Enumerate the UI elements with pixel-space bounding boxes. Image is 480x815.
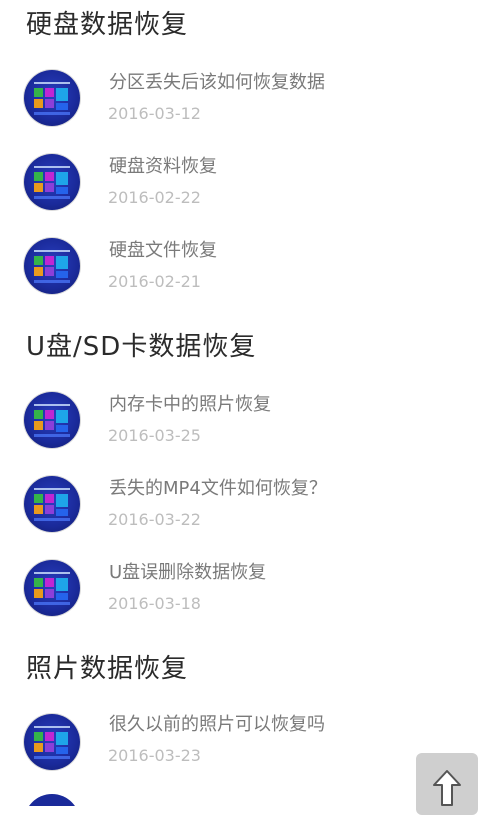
- article-title[interactable]: 硬盘文件恢复: [109, 236, 217, 262]
- article-title[interactable]: 内存卡中的照片恢复: [109, 390, 271, 416]
- article-thumbnail: [24, 794, 80, 806]
- list-item-partial: [0, 786, 410, 806]
- list-item[interactable]: 丢失的MP4文件如何恢复？ 2016-03-22: [0, 464, 480, 548]
- article-title[interactable]: U盘误删除数据恢复: [109, 558, 266, 584]
- list-item[interactable]: 内存卡中的照片恢复 2016-03-25: [0, 380, 480, 464]
- article-date: 2016-02-21: [108, 272, 201, 291]
- article-thumbnail: [24, 392, 80, 448]
- list-item[interactable]: 硬盘文件恢复 2016-02-21: [0, 226, 480, 310]
- article-thumbnail: [24, 154, 80, 210]
- article-date: 2016-03-23: [108, 746, 201, 765]
- article-date: 2016-03-22: [108, 510, 201, 529]
- list-item[interactable]: U盘误删除数据恢复 2016-03-18: [0, 548, 480, 632]
- article-date: 2016-03-12: [108, 104, 201, 123]
- list-item[interactable]: 很久以前的照片可以恢复吗 2016-03-23: [0, 702, 480, 786]
- scroll-to-top-button[interactable]: [416, 753, 478, 815]
- article-date: 2016-03-18: [108, 594, 201, 613]
- article-title[interactable]: 很久以前的照片可以恢复吗: [109, 710, 325, 736]
- article-date: 2016-03-25: [108, 426, 201, 445]
- section-title-hdd: 硬盘数据恢复: [26, 10, 189, 40]
- section-title-photo: 照片数据恢复: [26, 654, 189, 684]
- article-title[interactable]: 丢失的MP4文件如何恢复？: [109, 474, 327, 500]
- article-thumbnail: [24, 70, 80, 126]
- list-item[interactable]: 分区丢失后该如何恢复数据 2016-03-12: [0, 58, 480, 142]
- article-thumbnail: [24, 476, 80, 532]
- article-thumbnail: [24, 238, 80, 294]
- article-thumbnail: [24, 560, 80, 616]
- article-title[interactable]: 硬盘资料恢复: [109, 152, 217, 178]
- section-title-usb-sd: U盘/SD卡数据恢复: [26, 332, 257, 362]
- article-title[interactable]: 分区丢失后该如何恢复数据: [109, 68, 325, 94]
- list-item[interactable]: 硬盘资料恢复 2016-02-22: [0, 142, 480, 226]
- arrow-up-icon: [433, 770, 461, 806]
- article-thumbnail: [24, 714, 80, 770]
- article-date: 2016-02-22: [108, 188, 201, 207]
